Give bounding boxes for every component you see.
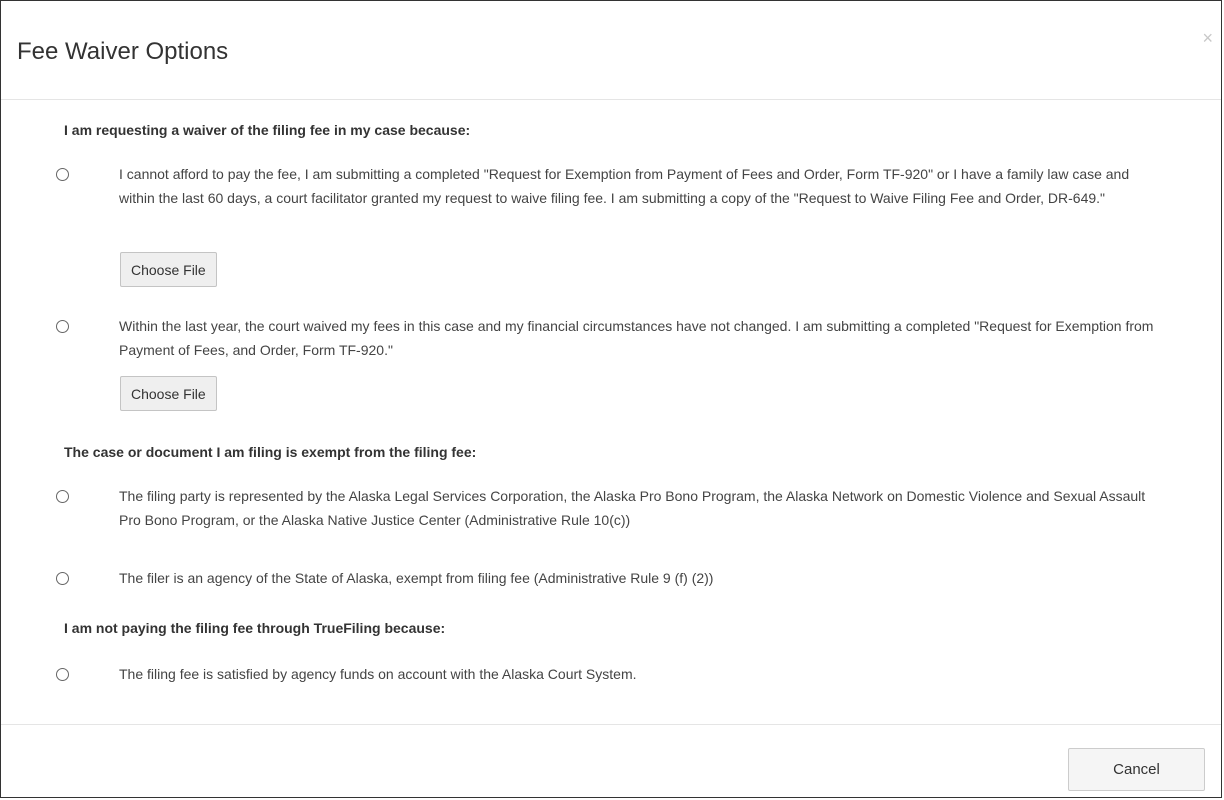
option-state-agency-label: The filer is an agency of the State of A…: [119, 570, 714, 586]
radio-agency-funds[interactable]: [56, 668, 69, 681]
dialog-title: Fee Waiver Options: [17, 38, 229, 65]
radio-court-waived-last-year[interactable]: [56, 320, 69, 333]
option-legal-services-label: The filing party is represented by the A…: [119, 488, 1146, 528]
dialog-body: I am requesting a waiver of the filing f…: [1, 100, 1221, 724]
radio-cannot-afford[interactable]: [56, 168, 69, 181]
dialog-header: Fee Waiver Options ×: [1, 1, 1221, 100]
fee-waiver-dialog: Fee Waiver Options × I am requesting a w…: [0, 0, 1222, 798]
exempt-section-heading: The case or document I am filing is exem…: [64, 444, 477, 460]
close-icon[interactable]: ×: [1202, 29, 1213, 47]
choose-file-button-court-waived[interactable]: Choose File: [120, 376, 217, 411]
option-cannot-afford-label: I cannot afford to pay the fee, I am sub…: [119, 166, 1130, 206]
cancel-button[interactable]: Cancel: [1068, 748, 1205, 791]
dialog-footer: Cancel: [1, 724, 1221, 797]
option-agency-funds-label: The filing fee is satisfied by agency fu…: [119, 666, 637, 682]
not-paying-section-heading: I am not paying the filing fee through T…: [64, 620, 446, 636]
waiver-section-heading: I am requesting a waiver of the filing f…: [64, 122, 471, 138]
radio-state-agency[interactable]: [56, 572, 69, 585]
option-court-waived-label: Within the last year, the court waived m…: [119, 318, 1154, 358]
radio-legal-services-representation[interactable]: [56, 490, 69, 503]
choose-file-button-cannot-afford[interactable]: Choose File: [120, 252, 217, 287]
